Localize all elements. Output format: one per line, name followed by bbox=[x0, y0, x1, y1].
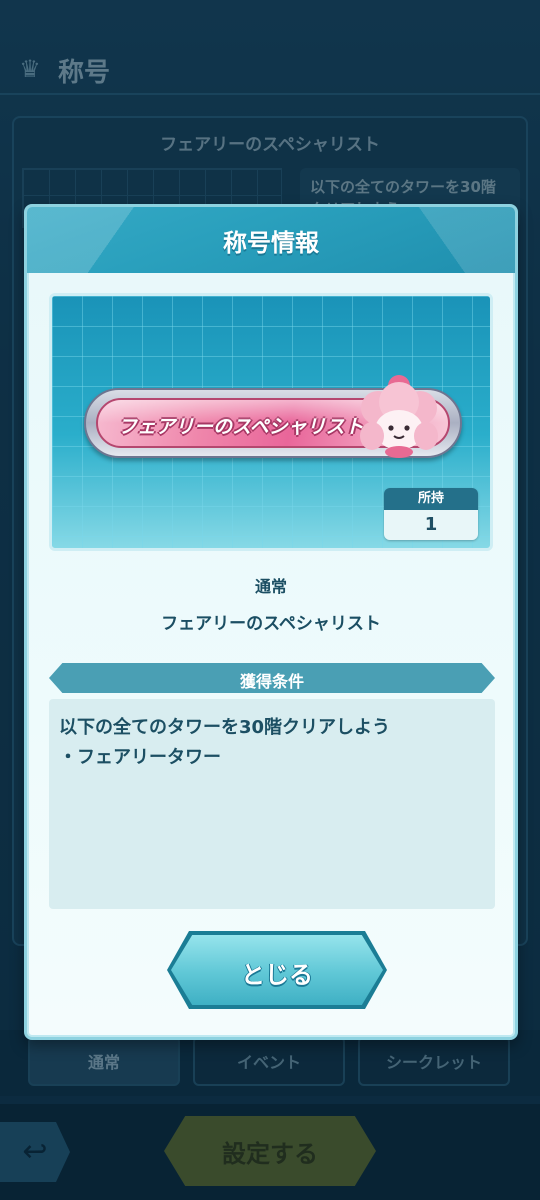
owned-count-label: 所持 bbox=[384, 488, 478, 510]
close-button[interactable]: とじる bbox=[171, 935, 383, 1005]
dialog-header: 称号情報 bbox=[27, 207, 515, 273]
title-plate-text: フェアリーのスペシャリスト bbox=[118, 416, 364, 438]
title-plate: フェアリーのスペシャリスト bbox=[84, 375, 462, 458]
condition-header-label: 獲得条件 bbox=[239, 672, 304, 691]
condition-header: 獲得条件 bbox=[49, 663, 495, 693]
title-info-dialog: 称号情報 フェアリーのスペシャリスト 所持 1 通常 フェアリーのスペシャリスト… bbox=[24, 204, 518, 1040]
owned-count-box: 所持 1 bbox=[384, 488, 478, 540]
close-button-label: とじる bbox=[241, 961, 313, 989]
title-rarity: 通常 bbox=[254, 577, 287, 596]
condition-body: 以下の全てのタワーを30階クリアしよう ・フェアリータワー bbox=[49, 699, 495, 909]
title-preview: フェアリーのスペシャリスト 所持 1 bbox=[49, 293, 493, 551]
owned-count-value: 1 bbox=[384, 510, 478, 540]
condition-text: 以下の全てのタワーを30階クリアしよう bbox=[59, 717, 391, 738]
condition-item: ・フェアリータワー bbox=[59, 747, 221, 768]
fairy-mascot-icon bbox=[360, 375, 438, 458]
title-name: フェアリーのスペシャリスト bbox=[161, 614, 381, 634]
dialog-title: 称号情報 bbox=[223, 229, 319, 257]
